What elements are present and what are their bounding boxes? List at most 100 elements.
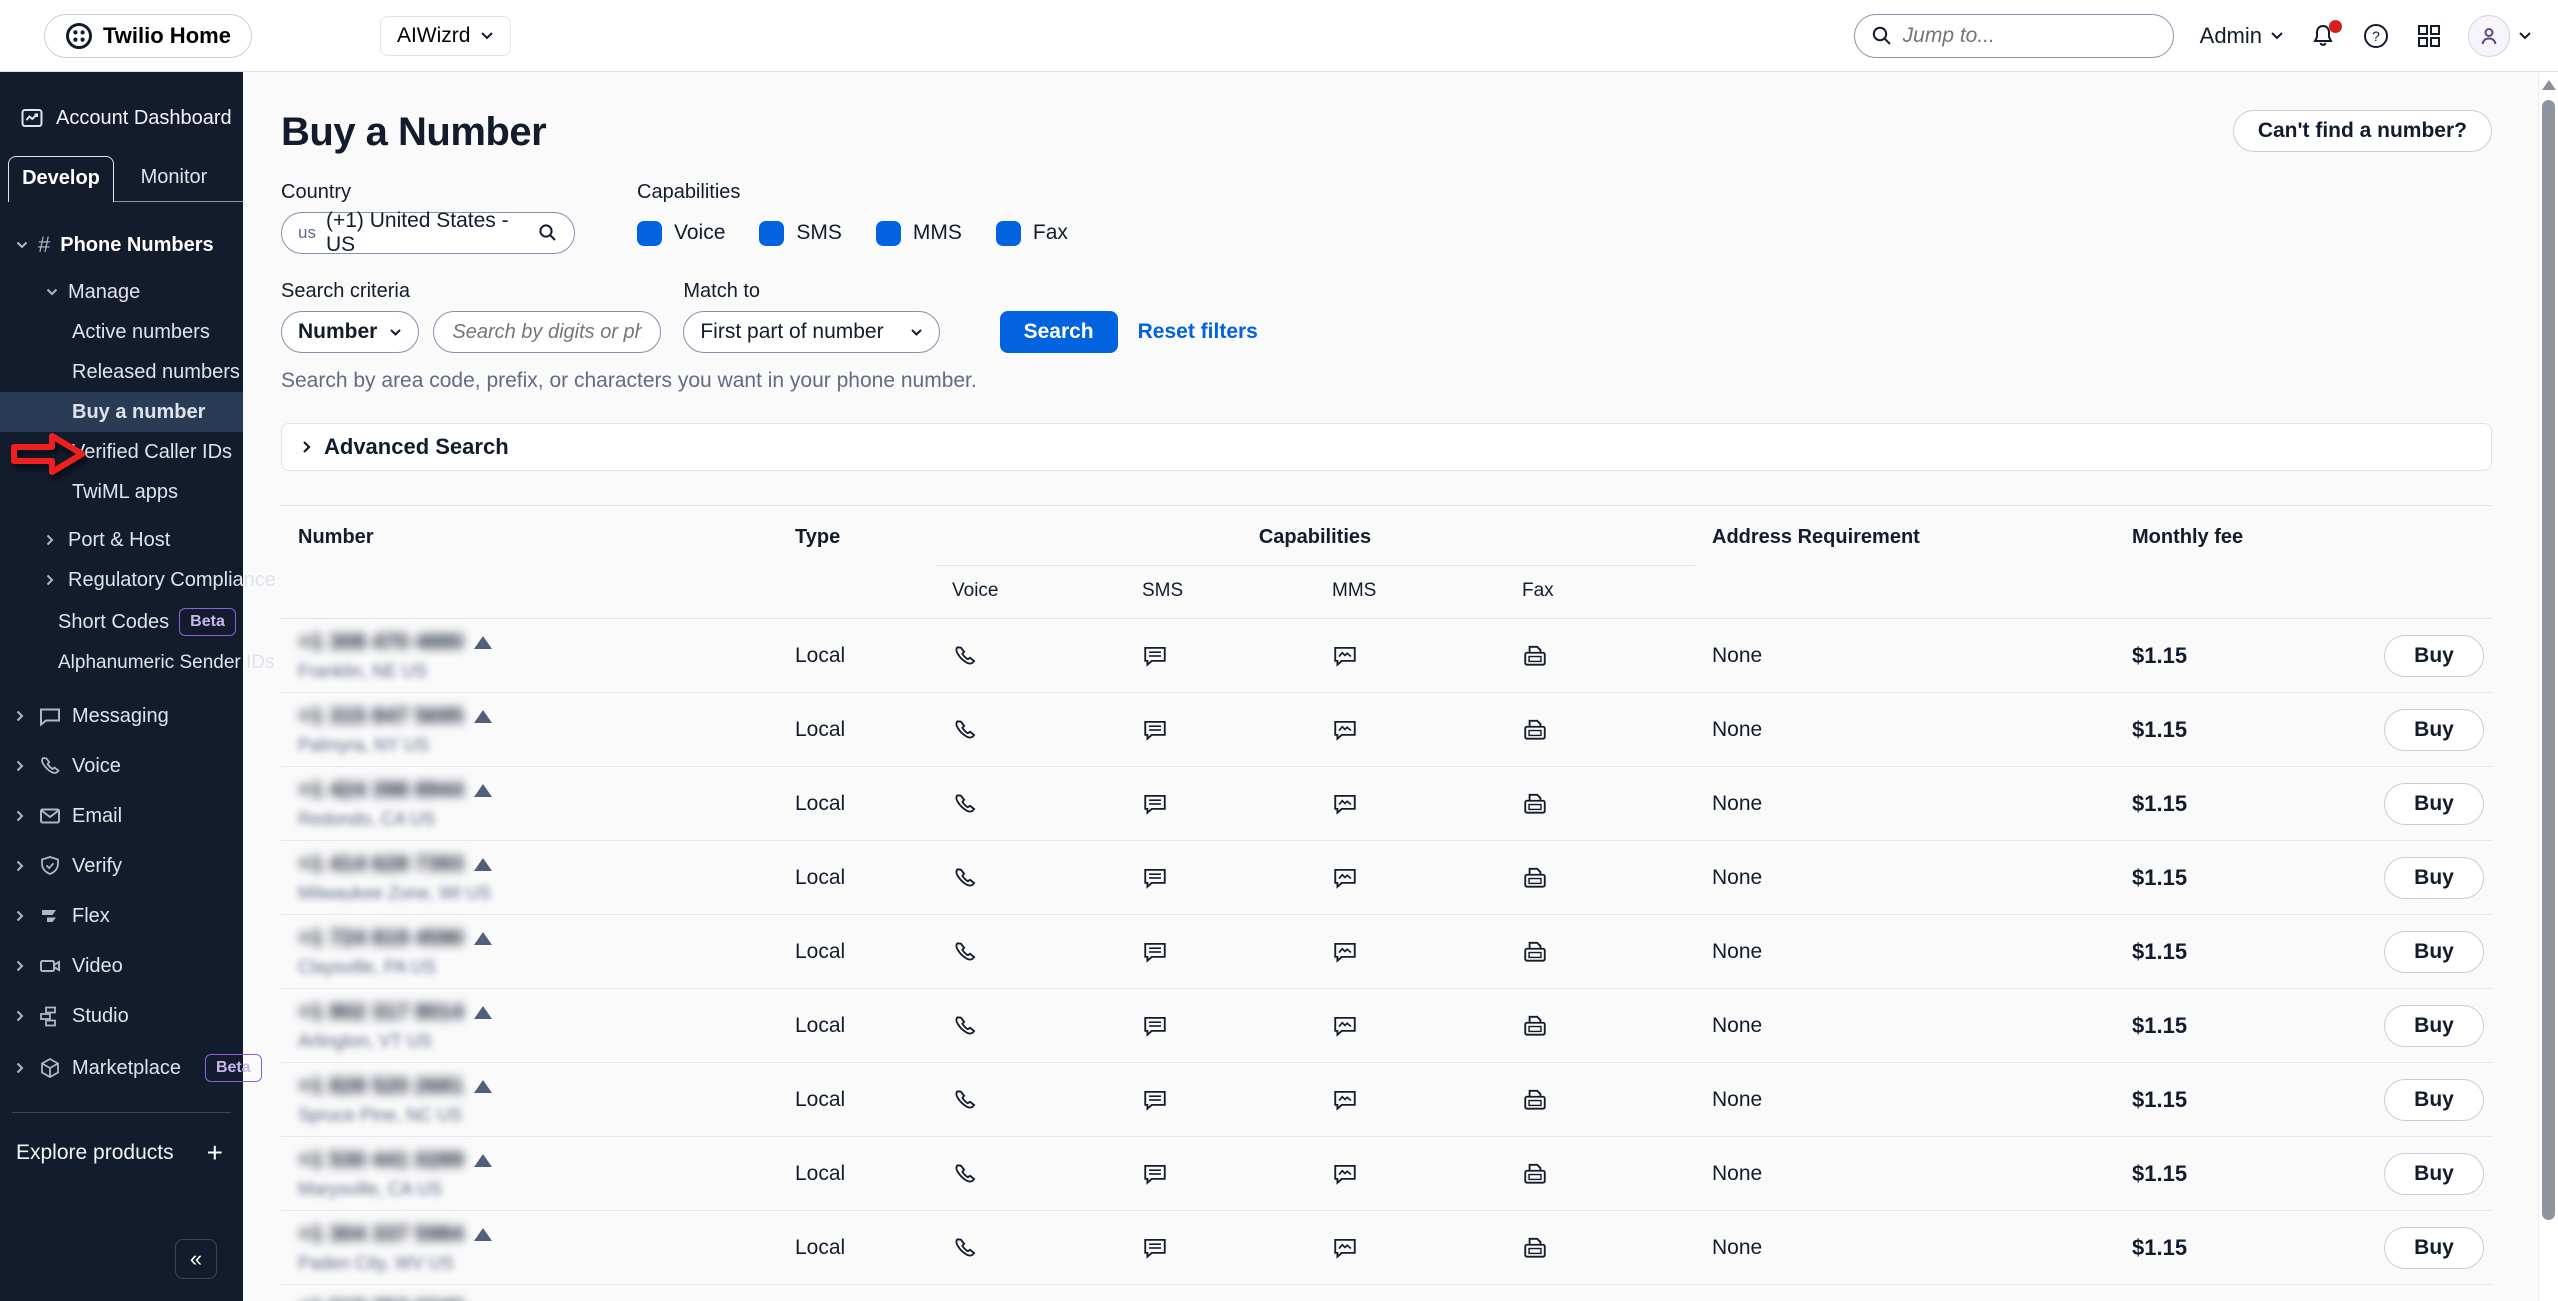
sidebar-item-manage[interactable]: Manage	[0, 272, 243, 312]
sidebar-item-account-dashboard[interactable]: Account Dashboard	[0, 72, 243, 130]
number-type: Local	[795, 717, 846, 741]
sidebar-item-marketplace[interactable]: Marketplace Beta	[0, 1046, 262, 1089]
admin-menu[interactable]: Admin	[2200, 23, 2284, 49]
collapse-chevrons-icon: «	[189, 1246, 203, 1271]
buy-button[interactable]: Buy	[2384, 930, 2484, 973]
sidebar-item-twiml-apps[interactable]: TwiML apps	[0, 472, 243, 512]
sidebar-tabs: Develop Monitor	[0, 156, 243, 202]
phone-number-blurred: +1 308 470 4880	[298, 629, 464, 654]
monthly-fee: $1.15	[2132, 1012, 2188, 1038]
marketplace-label: Marketplace	[72, 1056, 181, 1079]
capability-voice-checkbox[interactable]: Voice	[637, 220, 725, 246]
sms-capability-icon	[1125, 1013, 1315, 1039]
results-table: Number Type Capabilities Address Require…	[281, 505, 2492, 1301]
sidebar-item-verify[interactable]: Verify	[0, 846, 243, 886]
phone-number: +1 724 819 4590	[298, 925, 778, 951]
sidebar-item-short-codes[interactable]: Short Codes Beta	[0, 600, 243, 643]
buy-button[interactable]: Buy	[2384, 1226, 2484, 1269]
search-icon	[1871, 25, 1893, 47]
cant-find-a-number-button[interactable]: Can't find a number?	[2232, 110, 2492, 152]
search-criteria-select[interactable]: Number	[281, 311, 420, 353]
voice-capability-icon	[935, 1013, 1125, 1039]
subcol-sms: SMS	[1142, 580, 1184, 601]
sidebar-item-regulatory-compliance[interactable]: Regulatory Compliance	[0, 560, 276, 600]
sms-capability-icon	[1125, 1087, 1315, 1113]
explore-products[interactable]: Explore products +	[0, 1113, 243, 1169]
reset-filters-link[interactable]: Reset filters	[1138, 311, 1258, 353]
twilio-home-button[interactable]: Twilio Home	[44, 13, 252, 58]
sidebar-item-released-numbers[interactable]: Released numbers	[0, 352, 243, 392]
buy-button[interactable]: Buy	[2384, 782, 2484, 825]
match-to-select[interactable]: First part of number	[683, 311, 940, 353]
number-type: Local	[795, 643, 846, 667]
apps-grid-button[interactable]	[2416, 23, 2442, 49]
buy-button[interactable]: Buy	[2384, 1152, 2484, 1195]
studio-flow-icon	[38, 1004, 62, 1028]
monthly-fee: $1.15	[2132, 716, 2188, 742]
mms-capability-icon	[1315, 1161, 1505, 1187]
scrollbar-thumb[interactable]	[2542, 100, 2555, 1220]
table-row: +1 802 317 8014 Arlington, VT US Local N…	[281, 989, 2492, 1063]
voice-capability-icon	[935, 717, 1125, 743]
sidebar-item-email[interactable]: Email	[0, 796, 243, 836]
workspace-label: AIWizrd	[396, 23, 471, 47]
sidebar-item-flex[interactable]: Flex	[0, 896, 243, 936]
number-type: Local	[795, 1161, 846, 1185]
sidebar-item-video[interactable]: Video	[0, 946, 243, 986]
chevron-right-icon	[46, 534, 58, 546]
beta-badge: Beta	[179, 608, 236, 636]
sms-capability-icon	[1125, 865, 1315, 891]
user-menu[interactable]	[2468, 14, 2532, 57]
buy-button[interactable]: Buy	[2384, 1078, 2484, 1121]
sms-capability-icon	[1125, 1161, 1315, 1187]
sidebar-item-buy-a-number[interactable]: Buy a number	[0, 392, 243, 433]
search-helper-text: Search by area code, prefix, or characte…	[281, 369, 977, 392]
tab-monitor[interactable]: Monitor	[114, 156, 234, 202]
sidebar-collapse-button[interactable]: «	[175, 1239, 217, 1279]
phone-number-blurred: +1 828 520 2681	[298, 1073, 464, 1098]
sidebar: Account Dashboard Develop Monitor # Phon…	[0, 72, 276, 1301]
sidebar-item-port-host[interactable]: Port & Host	[0, 520, 243, 560]
digits-search-input[interactable]	[433, 311, 662, 353]
tab-develop[interactable]: Develop	[8, 156, 114, 202]
help-button[interactable]: ?	[2362, 22, 2390, 50]
search-button[interactable]: Search	[999, 311, 1118, 353]
capability-sms-checkbox[interactable]: SMS	[759, 220, 842, 246]
fax-capability-icon	[1505, 791, 1695, 817]
scrollbar-up-arrow[interactable]	[2541, 80, 2556, 90]
explore-products-label: Explore products	[16, 1140, 174, 1164]
capability-fax-checkbox[interactable]: Fax	[995, 220, 1068, 246]
jump-to-input[interactable]	[1902, 23, 2157, 48]
monthly-fee: $1.15	[2132, 1234, 2188, 1260]
sidebar-item-phone-numbers[interactable]: # Phone Numbers	[0, 224, 243, 266]
phone-location-blurred: Palmyra, NY US	[298, 735, 429, 755]
page-scrollbar[interactable]	[2538, 72, 2558, 1301]
chevron-down-icon	[2270, 31, 2284, 41]
jump-to-search[interactable]	[1853, 13, 2174, 58]
port-host-label: Port & Host	[68, 529, 171, 552]
notifications-button[interactable]	[2310, 19, 2342, 49]
advanced-search-toggle[interactable]: Advanced Search	[281, 423, 2492, 471]
avatar	[2468, 14, 2510, 57]
buy-button[interactable]: Buy	[2384, 634, 2484, 677]
monthly-fee: $1.15	[2132, 864, 2188, 890]
buy-button[interactable]: Buy	[2384, 1004, 2484, 1047]
phone-location-blurred: Redondo, CA US	[298, 809, 436, 829]
chevron-down-icon	[910, 328, 923, 337]
capability-mms-checkbox[interactable]: MMS	[875, 220, 962, 246]
sidebar-item-alphanumeric-sender-ids[interactable]: Alphanumeric Sender IDs	[0, 644, 275, 683]
sidebar-item-voice[interactable]: Voice	[0, 746, 243, 786]
sidebar-item-studio[interactable]: Studio	[0, 996, 243, 1036]
workspace-switcher[interactable]: AIWizrd	[379, 15, 512, 56]
country-select[interactable]: us (+1) United States - US	[281, 209, 575, 256]
sms-capability-icon	[1125, 717, 1315, 743]
buy-button[interactable]: Buy	[2384, 856, 2484, 899]
plus-icon[interactable]: +	[207, 1137, 223, 1169]
phone-number: +1 424 398 8944	[298, 777, 778, 803]
address-requirement: None	[1712, 865, 1763, 889]
chevron-right-icon	[302, 440, 312, 454]
sidebar-item-active-numbers[interactable]: Active numbers	[0, 312, 243, 352]
main-content: Buy a Number Can't find a number? Countr…	[243, 72, 2538, 1301]
buy-button[interactable]: Buy	[2384, 708, 2484, 751]
sidebar-item-messaging[interactable]: Messaging	[0, 696, 243, 736]
